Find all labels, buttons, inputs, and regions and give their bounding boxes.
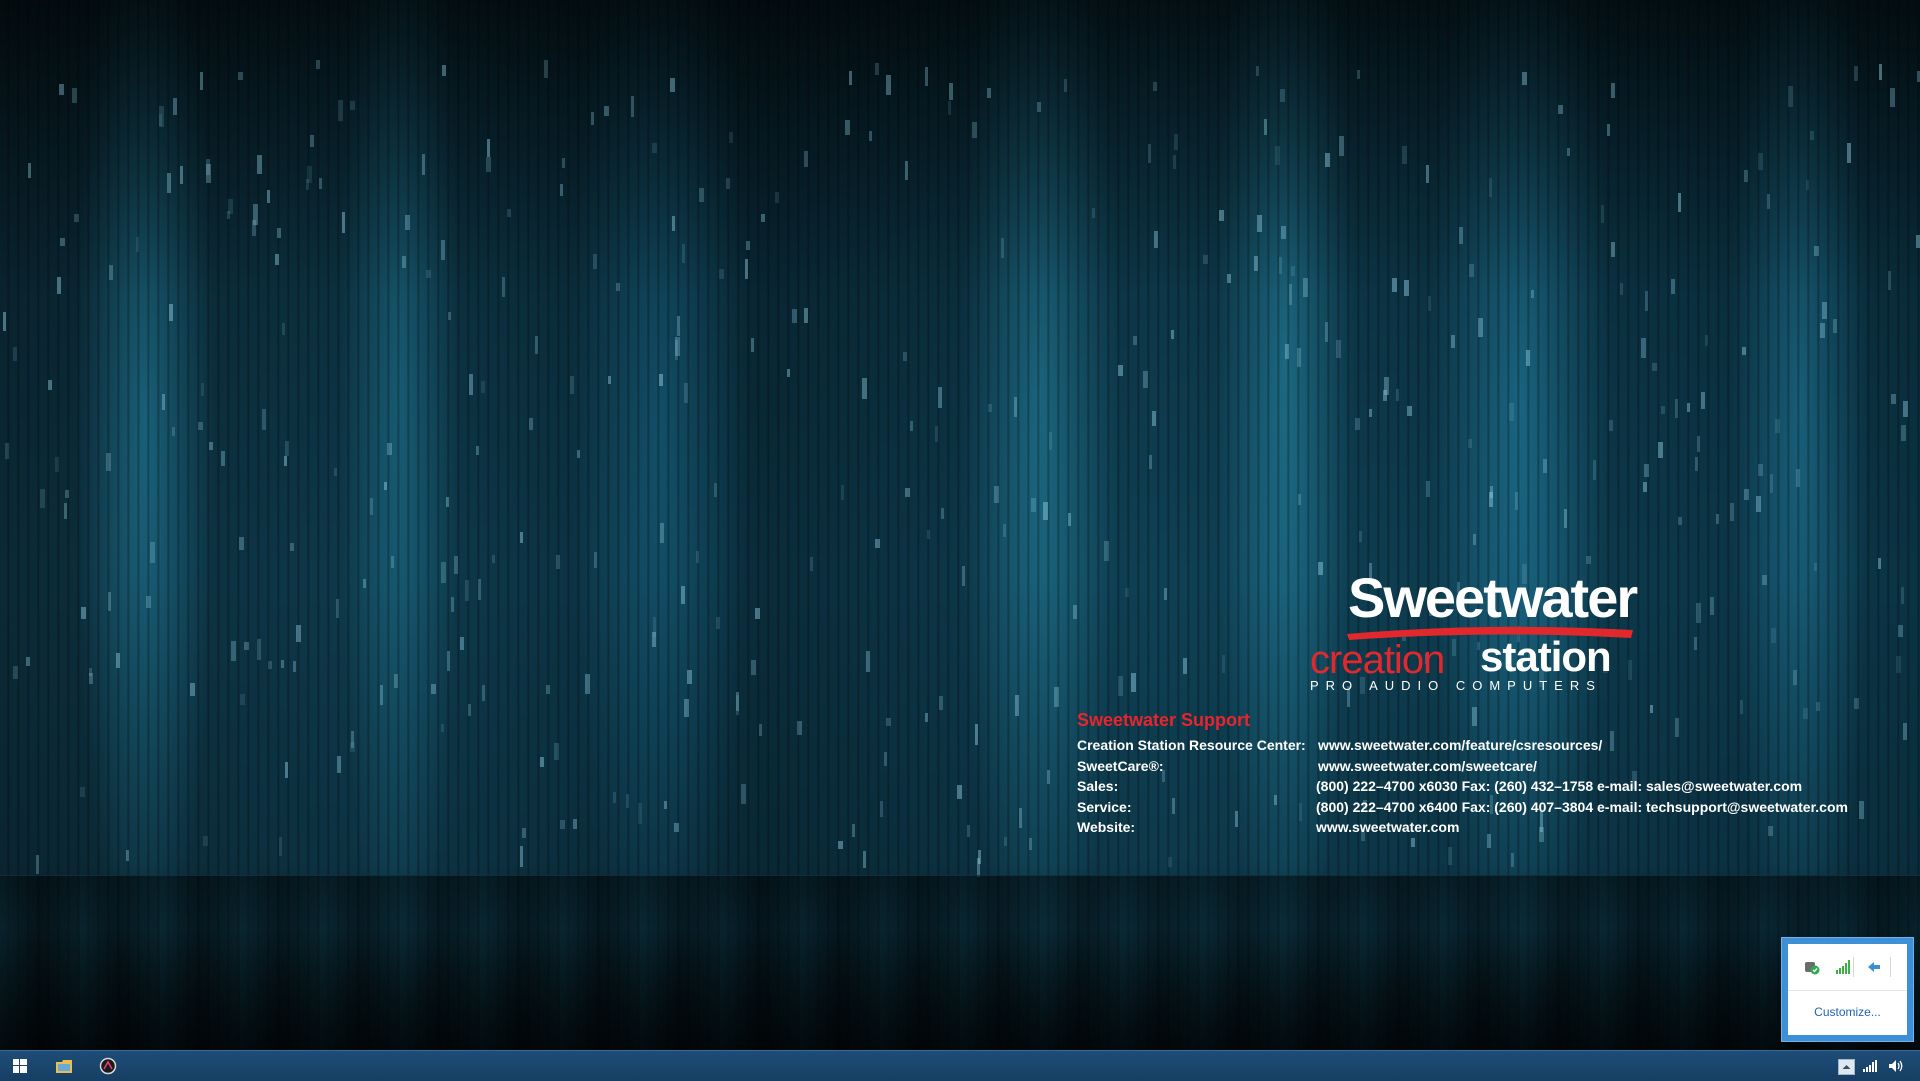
- taskbar: [0, 1050, 1920, 1081]
- logo-wordmark: Sweetwater: [1348, 566, 1638, 629]
- support-row-service: Service: (800) 222–4700 x6400 Fax: (260)…: [1077, 798, 1848, 820]
- desktop-wallpaper: Sweetwater creation station PRO AUDIO CO…: [0, 0, 1920, 1050]
- support-row-label: Service:: [1077, 798, 1132, 815]
- support-row-sales: Sales: (800) 222–4700 x6030 Fax: (260) 4…: [1077, 778, 1802, 799]
- show-hidden-icons-button[interactable]: [1838, 1059, 1855, 1075]
- customize-link[interactable]: Customize...: [1788, 990, 1907, 1035]
- support-info-panel: Sweetwater Support Creation Station Reso…: [1077, 710, 1848, 840]
- wallpaper-floor-reflection: [0, 875, 1920, 1050]
- network-signal-button[interactable]: [1862, 1059, 1878, 1078]
- windows-start-icon: [13, 1059, 27, 1073]
- security-shield-icon[interactable]: [1804, 959, 1820, 980]
- support-row-label: SweetCare®:: [1077, 757, 1164, 774]
- support-row-value: www.sweetwater.com/sweetcare/: [1318, 757, 1537, 774]
- volume-button[interactable]: [1887, 1058, 1905, 1079]
- app-taskbar-button[interactable]: [88, 1051, 128, 1081]
- support-row-value: (800) 222–4700 x6400 Fax: (260) 407–3804…: [1316, 798, 1848, 815]
- support-row-label: Sales:: [1077, 778, 1119, 794]
- support-row-resource-center: Creation Station Resource Center: www.sw…: [1077, 737, 1602, 758]
- support-row-value: www.sweetwater.com: [1316, 819, 1460, 835]
- tray-popup-body: Customize...: [1788, 944, 1907, 1035]
- support-title: Sweetwater Support: [1077, 710, 1251, 730]
- volume-icon: [1889, 1060, 1903, 1072]
- support-row-label: Website:: [1077, 819, 1136, 835]
- start-button[interactable]: [0, 1051, 40, 1081]
- network-sharing-icon[interactable]: [1866, 959, 1882, 980]
- support-row-value: www.sweetwater.com/feature/csresources/: [1318, 737, 1603, 753]
- file-explorer-button[interactable]: [44, 1051, 84, 1081]
- logo-station-text: station: [1480, 633, 1612, 680]
- sweetwater-creation-station-logo: Sweetwater creation station PRO AUDIO CO…: [1300, 570, 1690, 695]
- support-row-website: Website: www.sweetwater.com: [1077, 819, 1459, 840]
- logo-tagline: PRO AUDIO COMPUTERS: [1310, 678, 1602, 693]
- tray-divider: [1853, 957, 1854, 977]
- support-row-sweetcare: SweetCare®: www.sweetwater.com/sweetcare…: [1077, 757, 1537, 779]
- app-circle-icon: [99, 1057, 117, 1075]
- support-row-value: (800) 222–4700 x6030 Fax: (260) 432–1758…: [1316, 778, 1803, 794]
- network-signal-icon: [1863, 1060, 1877, 1072]
- support-row-label: Creation Station Resource Center:: [1077, 737, 1306, 753]
- file-explorer-icon: [56, 1060, 72, 1073]
- logo-creation-text: creation: [1310, 638, 1445, 682]
- signal-bars-icon[interactable]: [1835, 959, 1851, 980]
- notification-area-overflow-popup: Customize...: [1781, 937, 1914, 1042]
- tray-divider: [1890, 957, 1891, 977]
- show-hidden-icons-arrow: [1842, 1065, 1851, 1069]
- tray-popup-icon-row: [1788, 944, 1907, 991]
